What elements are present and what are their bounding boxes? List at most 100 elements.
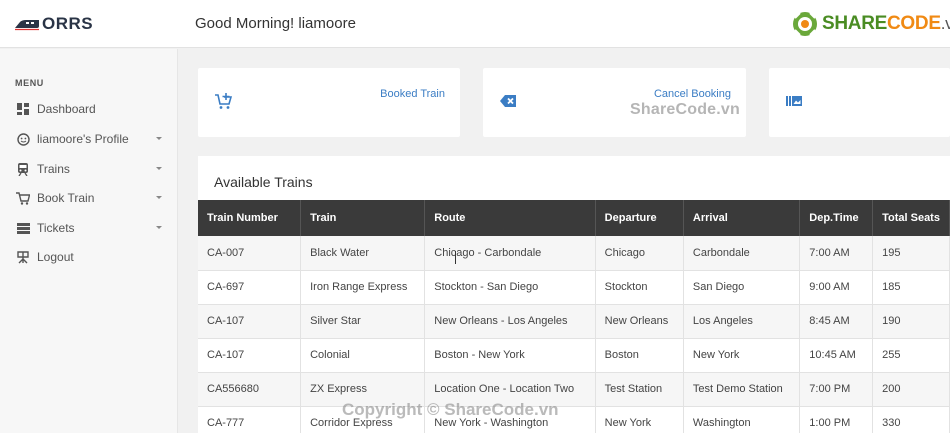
user-icon [16,132,30,146]
cart-plus-icon [215,93,232,109]
column-header[interactable]: Departure [595,200,684,236]
trains-table: Train Number Train Route Departure Arriv… [198,200,950,433]
booked-train-card[interactable]: Booked Train [198,68,460,137]
table-cell: 195 [872,236,950,271]
table-cell: CA-777 [198,406,302,433]
column-header[interactable]: Train [300,200,426,236]
table-cell: Stockton [595,270,684,305]
table-cell: Chicago [595,236,684,271]
train-icon [16,162,30,176]
column-header[interactable]: Route [424,200,596,236]
table-cell: 10:45 AM [799,338,874,373]
table-row[interactable]: CA-107 Colonial Boston - New York Boston… [198,338,950,373]
table-cell: New York [683,338,801,373]
table-cell: Boston [595,338,684,373]
logo-train-icon [15,20,39,31]
column-header[interactable]: Train Number [198,200,302,236]
table-cell: Los Angeles [683,304,801,339]
table-cell: 1:00 PM [799,406,874,433]
table-cell: Chicago - Carbondale [424,236,596,271]
table-row[interactable]: CA-777 Corridor Express New York - Washi… [198,406,950,433]
sharecode-logo-icon [793,12,817,36]
table-cell: Carbondale [683,236,801,271]
panel-title: Available Trains [214,174,313,190]
sidebar-item-label: Book Train [37,191,95,205]
table-cell: 200 [872,372,950,407]
table-row[interactable]: CA-697 Iron Range Express Stockton - San… [198,270,950,305]
top-header: ORRS Good Morning! liamoore SHARECODE.vn [0,0,950,48]
sidebar-item-label: Dashboard [37,102,96,116]
table-cell: CA-107 [198,304,302,339]
sidebar-item-profile[interactable]: liamoore's Profile [0,128,178,150]
table-row[interactable]: CA-007 Black Water Chicago - Carbondale … [198,236,950,271]
table-cell: 185 [872,270,950,305]
backspace-icon [500,95,516,107]
table-cell: Washington [683,406,801,433]
table-row[interactable]: CA556680 ZX Express Location One - Locat… [198,372,950,407]
column-header[interactable]: Dep.Time [799,200,874,236]
sidebar-item-dashboard[interactable]: Dashboard [0,98,178,120]
watermark-bottom: Copyright © ShareCode.vn [342,400,559,419]
table-cell: 8:45 AM [799,304,874,339]
sidebar-item-book-train[interactable]: Book Train [0,187,178,209]
dashboard-icon [16,102,30,116]
sidebar-item-trains[interactable]: Trains [0,158,178,180]
sidebar-item-tickets[interactable]: Tickets [0,217,178,239]
text-cursor [455,251,459,264]
table-cell: 7:00 AM [799,236,874,271]
chevron-down-icon [155,135,163,143]
table-cell: Silver Star [300,304,426,339]
table-cell: 190 [872,304,950,339]
sharecode-brand: SHARECODE.vn [791,10,950,38]
table-cell: Stockton - San Diego [424,270,596,305]
table-cell: CA-107 [198,338,302,373]
table-cell: CA556680 [198,372,302,407]
table-cell: CA-697 [198,270,302,305]
available-trains-panel: Available Trains Train Number Train Rout… [198,156,950,433]
table-cell: Test Station [595,372,684,407]
sidebar: MENU Dashboard liamoore's Profile Trains… [0,49,178,433]
brand-vn: .vn [940,14,950,33]
table-cell: 9:00 AM [799,270,874,305]
logo-text: ORRS [42,14,94,33]
greeting-text: Good Morning! liamoore [195,15,356,32]
table-cell: 255 [872,338,950,373]
table-cell: Test Demo Station [683,372,801,407]
column-header[interactable]: Total Seats [872,200,950,236]
cart-icon [16,191,30,205]
train-card-icon [786,96,802,106]
table-header-row: Train Number Train Route Departure Arriv… [198,200,950,236]
table-cell: New York [595,406,684,433]
table-cell: New Orleans [595,304,684,339]
table-cell: 330 [872,406,950,433]
ticket-icon [16,221,30,235]
table-cell: Iron Range Express [300,270,426,305]
sidebar-item-label: liamoore's Profile [37,132,129,146]
table-cell: New Orleans - Los Angeles [424,304,596,339]
sidebar-item-logout[interactable]: Logout [0,246,178,268]
table-cell: San Diego [683,270,801,305]
chevron-down-icon [155,194,163,202]
table-cell: CA-007 [198,236,302,271]
table-row[interactable]: CA-107 Silver Star New Orleans - Los Ang… [198,304,950,339]
watermark-mid: ShareCode.vn [630,101,740,118]
sidebar-item-label: Logout [37,250,74,264]
app-logo[interactable]: ORRS [14,14,93,34]
card-label: Booked Train [380,88,445,100]
brand-code: CODE [887,13,941,34]
table-cell: 7:00 PM [799,372,874,407]
card-label: Cancel Booking [653,88,731,100]
column-header[interactable]: Arrival [683,200,801,236]
brand-text: SHARECODE.vn [822,13,950,35]
train-info-card[interactable] [769,68,950,137]
menu-title: MENU [15,78,44,88]
chevron-down-icon [155,165,163,173]
table-cell: Colonial [300,338,426,373]
sidebar-item-label: Tickets [37,221,75,235]
brand-share: SHARE [822,13,888,34]
chevron-down-icon [155,224,163,232]
table-cell: Black Water [300,236,426,271]
sidebar-item-label: Trains [37,162,70,176]
table-cell: Boston - New York [424,338,596,373]
logout-icon [16,250,30,264]
